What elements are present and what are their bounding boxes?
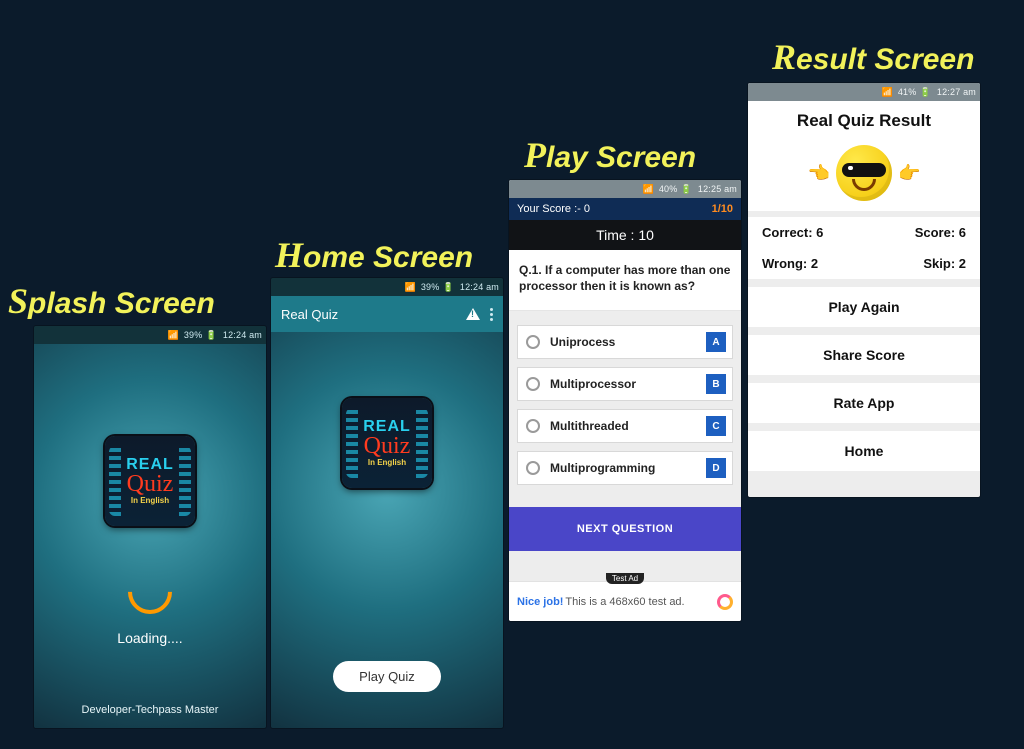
status-bar: 📶 40% 🔋 12:25 am [509, 180, 741, 198]
result-emoji: 👈 👉 [748, 141, 980, 211]
option-a[interactable]: Uniprocess A [517, 325, 733, 359]
logo-line3: In English [368, 459, 406, 468]
question-card: Q.1. If a computer has more than one pro… [509, 250, 741, 311]
timer-label: Time : 10 [596, 227, 654, 243]
option-c[interactable]: Multithreaded C [517, 409, 733, 443]
battery-icon: 🔋 [919, 87, 930, 98]
share-score-button[interactable]: Share Score [748, 335, 980, 375]
stat-row-1: Correct: 6 Score: 6 [748, 217, 980, 248]
logo-line2: Quiz [364, 436, 411, 458]
radio-icon [526, 461, 540, 475]
loading-spinner-icon [119, 561, 181, 623]
status-bar: 📶 39% 🔋 12:24 am [271, 278, 503, 296]
battery-label: 41% [898, 87, 917, 97]
battery-icon: 🔋 [680, 184, 691, 195]
result-title: Real Quiz Result [748, 101, 980, 141]
app-bar: Real Quiz [271, 296, 503, 332]
splash-screen: 📶 39% 🔋 12:24 am REAL Quiz In English Lo… [34, 326, 266, 728]
hand-left-icon: 👈 [808, 163, 830, 184]
skip-label: Skip: 2 [923, 256, 966, 271]
options-list: Uniprocess A Multiprocessor B Multithrea… [509, 311, 741, 491]
battery-label: 39% [184, 330, 203, 340]
option-label: Multiprogramming [550, 461, 655, 475]
logo-line2: Quiz [127, 474, 174, 496]
score-label: Score: 6 [915, 225, 966, 240]
option-b[interactable]: Multiprocessor B [517, 367, 733, 401]
ad-nice: Nice job! [517, 596, 563, 608]
label-result: Result Screen [772, 36, 974, 78]
stat-row-2: Wrong: 2 Skip: 2 [748, 248, 980, 279]
rate-app-button[interactable]: Rate App [748, 383, 980, 423]
app-title: Real Quiz [281, 307, 338, 322]
signal-icon: 📶 [167, 330, 178, 341]
battery-icon: 🔋 [205, 330, 216, 341]
smiley-cool-icon [836, 145, 892, 201]
overflow-menu-icon[interactable] [490, 308, 493, 321]
clock-label: 12:24 am [223, 330, 262, 340]
option-badge: B [706, 374, 726, 394]
label-play: Play Screen [524, 134, 696, 176]
developer-label: Developer-Techpass Master [82, 704, 219, 716]
status-bar: 📶 41% 🔋 12:27 am [748, 83, 980, 101]
option-badge: C [706, 416, 726, 436]
warning-icon[interactable] [466, 308, 480, 320]
logo-line3: In English [131, 497, 169, 506]
radio-icon [526, 335, 540, 349]
wrong-label: Wrong: 2 [762, 256, 818, 271]
option-label: Multiprocessor [550, 377, 636, 391]
score-bar: Your Score :- 0 1/10 [509, 198, 741, 220]
result-screen: 📶 41% 🔋 12:27 am Real Quiz Result 👈 👉 Co… [748, 83, 980, 497]
label-home: Home Screen [275, 234, 473, 276]
label-splash: Splash Screen [8, 280, 215, 322]
loading-label: Loading.... [117, 630, 182, 646]
radio-icon [526, 419, 540, 433]
app-logo: REAL Quiz In English [342, 398, 432, 488]
battery-label: 40% [659, 184, 678, 194]
score-label: Your Score :- 0 [517, 203, 590, 215]
ad-tag: Test Ad [606, 573, 644, 584]
timer-bar: Time : 10 [509, 220, 741, 250]
option-badge: A [706, 332, 726, 352]
app-logo: REAL Quiz In English [105, 436, 195, 526]
correct-label: Correct: 6 [762, 225, 823, 240]
clock-label: 12:24 am [460, 282, 499, 292]
progress-label: 1/10 [712, 203, 733, 215]
signal-icon: 📶 [404, 282, 415, 293]
battery-label: 39% [421, 282, 440, 292]
option-badge: D [706, 458, 726, 478]
clock-label: 12:27 am [937, 87, 976, 97]
play-quiz-button[interactable]: Play Quiz [333, 661, 441, 692]
option-label: Uniprocess [550, 335, 615, 349]
option-d[interactable]: Multiprogramming D [517, 451, 733, 485]
option-label: Multithreaded [550, 419, 629, 433]
clock-label: 12:25 am [698, 184, 737, 194]
play-screen: 📶 40% 🔋 12:25 am Your Score :- 0 1/10 Ti… [509, 180, 741, 621]
hand-right-icon: 👉 [898, 163, 920, 184]
play-again-button[interactable]: Play Again [748, 287, 980, 327]
next-question-button[interactable]: NEXT QUESTION [509, 507, 741, 551]
signal-icon: 📶 [881, 87, 892, 98]
ad-text: This is a 468x60 test ad. [565, 596, 684, 608]
ad-banner[interactable]: Test Ad Nice job! This is a 468x60 test … [509, 581, 741, 621]
battery-icon: 🔋 [442, 282, 453, 293]
home-button[interactable]: Home [748, 431, 980, 471]
radio-icon [526, 377, 540, 391]
status-bar: 📶 39% 🔋 12:24 am [34, 326, 266, 344]
admob-icon [717, 594, 733, 610]
signal-icon: 📶 [642, 184, 653, 195]
home-screen: 📶 39% 🔋 12:24 am Real Quiz REAL Quiz In … [271, 278, 503, 728]
